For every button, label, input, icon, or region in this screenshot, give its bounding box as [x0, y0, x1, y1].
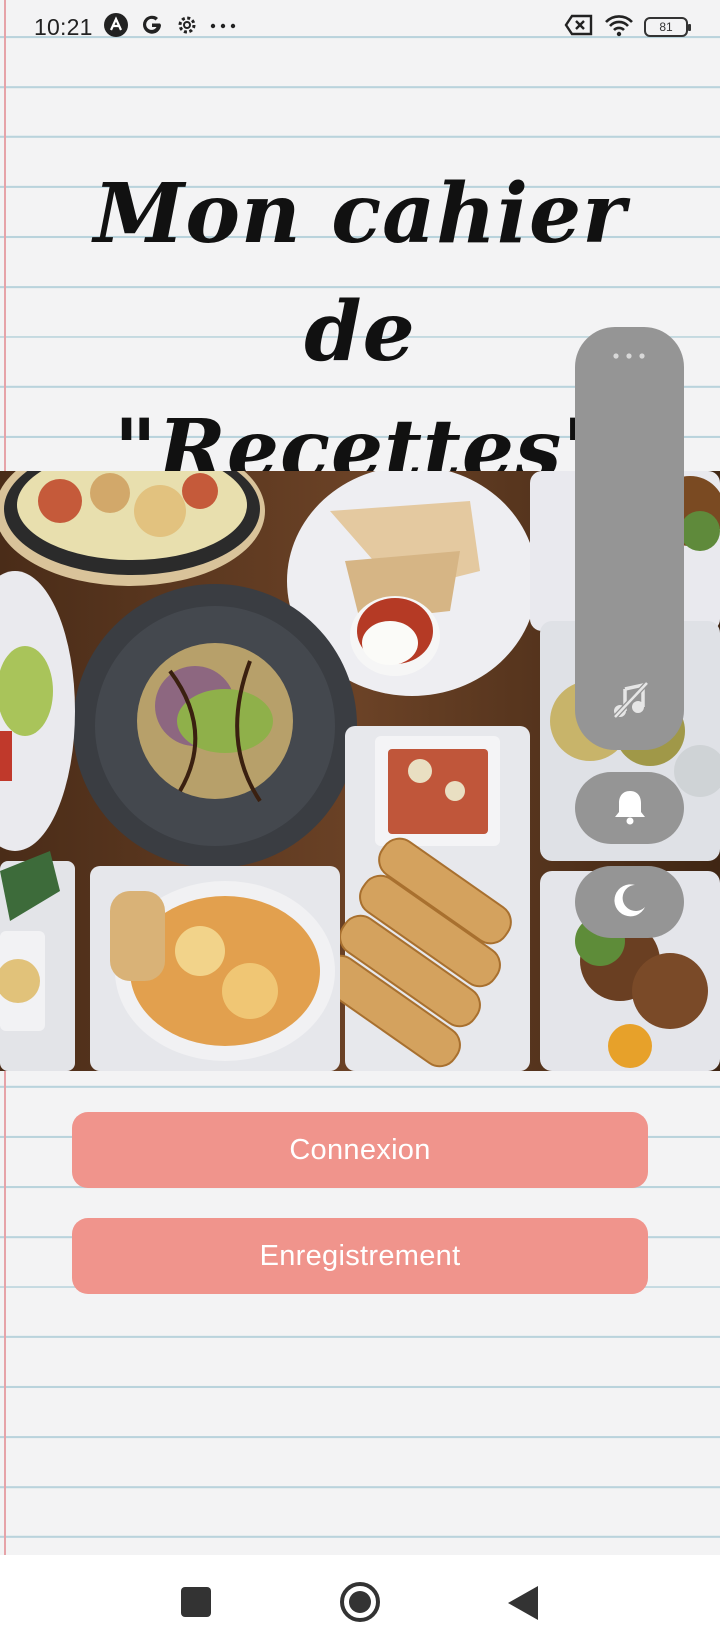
floating-side-panel[interactable] — [575, 327, 684, 750]
music-off-icon[interactable] — [611, 681, 649, 724]
status-right: 81 — [564, 13, 691, 42]
more-dots-icon[interactable] — [611, 349, 647, 367]
register-button[interactable]: Enregistrement — [72, 1218, 648, 1294]
navigation-bar — [0, 1555, 720, 1650]
dark-mode-toggle-button[interactable] — [575, 866, 684, 938]
recent-apps-icon[interactable] — [180, 1585, 212, 1624]
wifi-icon — [604, 13, 634, 42]
settings-icon — [175, 13, 199, 42]
title-line-1: Mon cahier de — [93, 166, 627, 380]
status-time: 10:21 — [34, 13, 93, 40]
a-icon — [103, 12, 129, 43]
more-dots-icon — [209, 18, 237, 36]
status-bar: 10:21 81 — [0, 0, 720, 54]
moon-icon — [611, 881, 649, 924]
google-icon — [139, 12, 165, 43]
battery-icon: 81 — [644, 17, 691, 37]
status-left: 10:21 — [34, 12, 237, 43]
no-sim-icon — [564, 14, 594, 41]
home-icon[interactable] — [338, 1582, 382, 1629]
back-icon[interactable] — [506, 1585, 540, 1626]
notification-toggle-button[interactable] — [575, 772, 684, 844]
login-button[interactable]: Connexion — [72, 1112, 648, 1188]
bell-icon — [612, 787, 648, 830]
